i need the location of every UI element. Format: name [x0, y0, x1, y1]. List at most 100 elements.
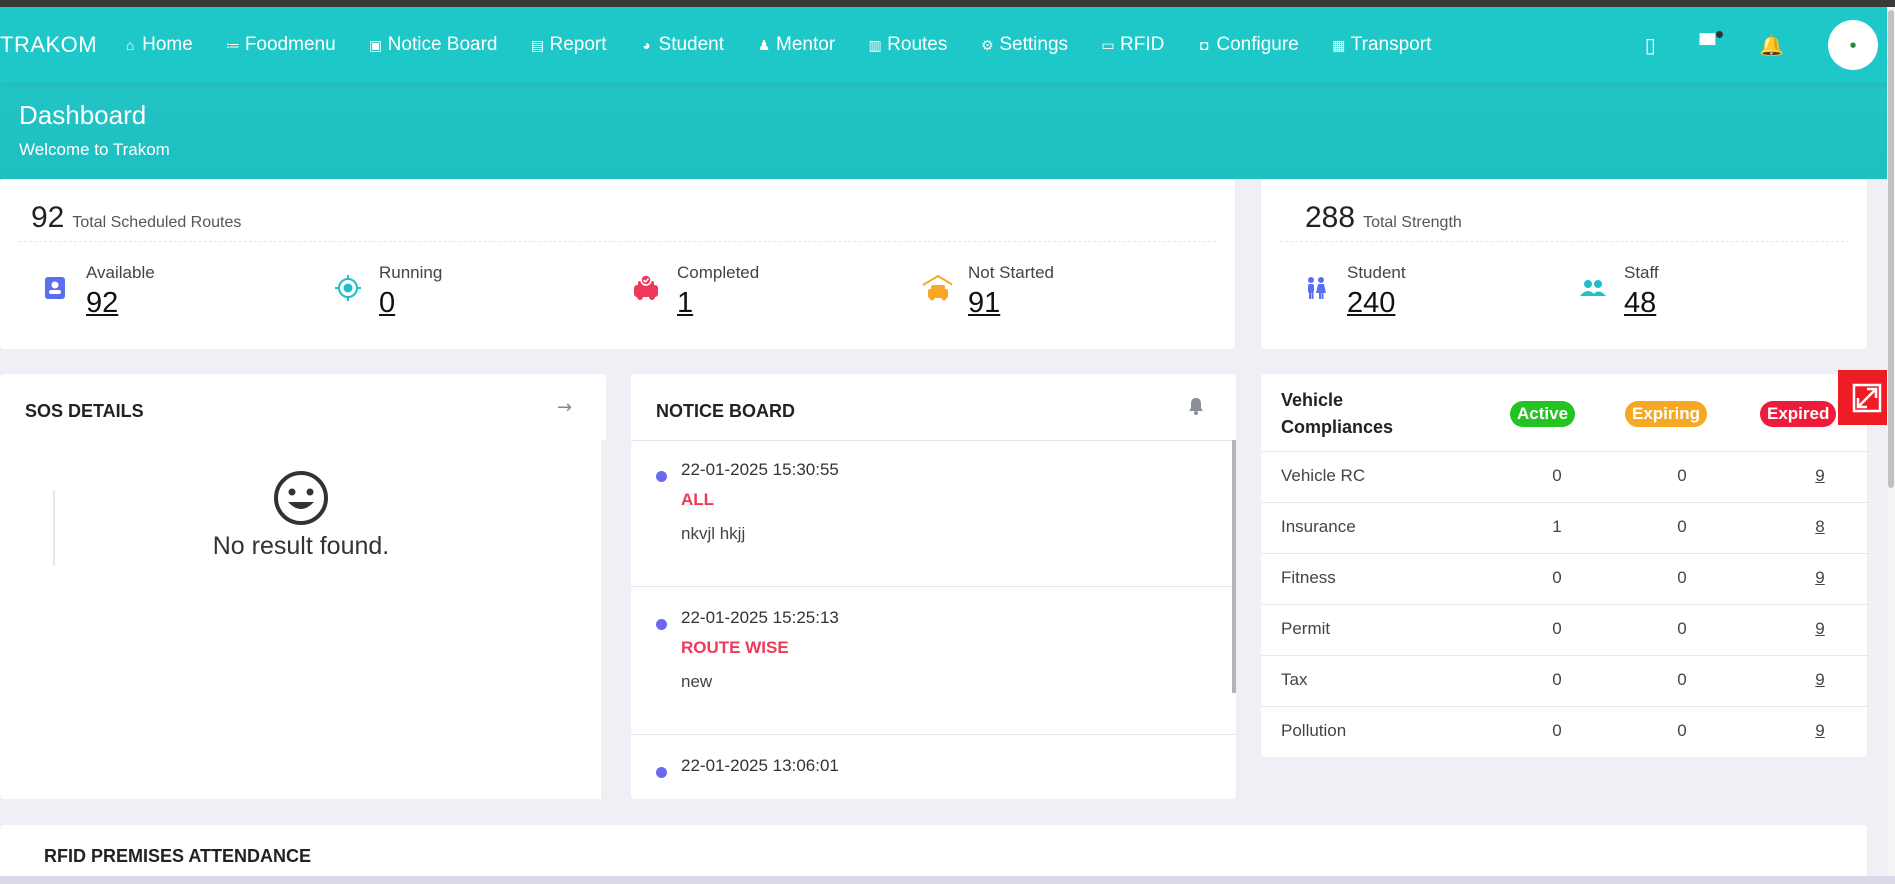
stat-available: Available 92: [40, 263, 155, 320]
stat-label: Student: [1347, 263, 1406, 282]
table-row: Permit 0 0 9: [1261, 604, 1868, 655]
row-active: 0: [1552, 721, 1562, 740]
target-icon: [333, 273, 363, 303]
home-icon: ⌂: [125, 37, 135, 53]
stat-value[interactable]: 91: [968, 287, 1054, 320]
bottom-bar: [0, 876, 1895, 884]
notice-item[interactable]: 22-01-2025 13:06:01: [631, 734, 1226, 799]
document-icon: ▤: [530, 36, 545, 53]
nav-item-foodmenu[interactable]: ≔ Foodmenu: [226, 34, 336, 56]
avatar[interactable]: ●: [1828, 20, 1878, 70]
table-row: Pollution 0 0 9: [1261, 706, 1868, 757]
notice-tag: ROUTE WISE: [681, 638, 789, 657]
routes-total: 92 Total Scheduled Routes: [31, 201, 241, 235]
bullet-dot: [656, 619, 667, 630]
nav-item-settings[interactable]: ⚙ Settings: [980, 34, 1068, 56]
nav-item-configure[interactable]: ◘ Configure: [1197, 34, 1299, 56]
notice-item[interactable]: 22-01-2025 15:25:13 ROUTE WISE new: [631, 586, 1226, 734]
top-navbar: TRAKOM ⌂ Home ≔ Foodmenu ▣ Notice Board ▤ Repor…: [0, 7, 1895, 83]
nav-item-student[interactable]: ◕ Student: [640, 34, 725, 56]
stat-label: Not Started: [968, 263, 1054, 282]
mobile-icon[interactable]: ▯: [1645, 33, 1656, 57]
user-icon: ♟: [757, 36, 771, 53]
notice-text: new: [681, 672, 713, 691]
staff-icon: [1578, 273, 1608, 303]
nav-item-label: Foodmenu: [244, 34, 336, 55]
bullet-dot: [656, 767, 667, 778]
notice-title: NOTICE BOARD: [656, 401, 795, 421]
scrollbar[interactable]: [1232, 440, 1236, 693]
nav-item-label: Transport: [1350, 34, 1432, 55]
nav-item-label: Mentor: [776, 34, 836, 55]
row-expired-link[interactable]: 9: [1810, 619, 1830, 639]
car-check-icon: [631, 273, 661, 303]
expand-icon: [1852, 383, 1881, 412]
configure-icon: ◘: [1200, 37, 1209, 53]
row-expired-link[interactable]: 8: [1810, 517, 1830, 537]
row-expiring: 0: [1677, 721, 1687, 740]
notification-dot: [1716, 31, 1724, 38]
strength-total-value: 288: [1305, 201, 1356, 234]
stat-staff: Staff 48: [1578, 263, 1659, 320]
row-name: Pollution: [1281, 721, 1347, 740]
page-scrollbar-thumb[interactable]: [1888, 10, 1894, 488]
stat-value[interactable]: 92: [86, 287, 155, 320]
notice-text: nkvjl hkjj: [681, 524, 746, 543]
stat-value[interactable]: 1: [677, 287, 759, 320]
nav-item-rfid[interactable]: ▭ RFID: [1101, 34, 1164, 56]
row-expired-link[interactable]: 9: [1810, 670, 1830, 690]
nav-item-mentor[interactable]: ♟ Mentor: [757, 34, 835, 56]
strength-total: 288 Total Strength: [1305, 201, 1462, 235]
nav-item-home[interactable]: ⌂ Home: [123, 34, 193, 56]
id-badge-icon: ▣: [369, 36, 383, 53]
gear-icon: ⚙: [981, 36, 994, 53]
notice-item[interactable]: 22-01-2025 15:30:55 ALL nkvjl hkjj: [631, 440, 1226, 586]
compliance-title: Vehicle Compliances: [1281, 387, 1393, 441]
divider: [1280, 241, 1849, 242]
compliance-title-line2: Compliances: [1281, 417, 1394, 437]
stat-label: Staff: [1624, 263, 1659, 282]
stat-value[interactable]: 48: [1624, 287, 1659, 320]
nav-item-label: Student: [658, 34, 725, 55]
nav-item-report[interactable]: ▤ Report: [531, 34, 607, 56]
brand-logo[interactable]: TRAKOM: [0, 32, 97, 58]
row-expired-link[interactable]: 9: [1810, 466, 1830, 486]
stat-value[interactable]: 0: [379, 287, 442, 320]
row-expired-link[interactable]: 9: [1810, 568, 1830, 588]
nav-item-label: Settings: [999, 34, 1069, 55]
table-row: Tax 0 0 9: [1261, 655, 1868, 706]
window-top-strip: [0, 0, 1895, 7]
nav-item-routes[interactable]: ▥ Routes: [868, 34, 948, 56]
row-active: 0: [1552, 619, 1562, 638]
strength-summary-card: 288 Total Strength Student 240 Staff 48: [1261, 179, 1867, 349]
bell-icon[interactable]: [1188, 397, 1204, 419]
stat-label: Running: [379, 263, 443, 282]
map-icon: ▥: [868, 36, 882, 53]
row-expiring: 0: [1677, 619, 1687, 638]
row-expiring: 0: [1677, 466, 1687, 485]
nav-item-label: Routes: [887, 34, 948, 55]
expiring-badge: Expiring: [1625, 401, 1708, 427]
row-active: 1: [1552, 517, 1562, 536]
student-icon: ◕: [642, 37, 651, 53]
nav-item-label: Configure: [1216, 34, 1299, 55]
card-icon: ▭: [1101, 36, 1115, 53]
students-icon: [1301, 273, 1331, 303]
row-expired-link[interactable]: 9: [1810, 721, 1830, 741]
stat-label: Available: [86, 263, 155, 282]
routes-total-value: 92: [31, 201, 65, 234]
nav-item-label: RFID: [1120, 34, 1165, 55]
vehicle-icon[interactable]: ▀: [1700, 31, 1724, 57]
bell-icon[interactable]: 🔔: [1759, 33, 1784, 57]
bus-icon: ▦: [1332, 36, 1346, 53]
nav-item-transport[interactable]: ▦ Transport: [1332, 34, 1432, 56]
page-subtitle: Welcome to Trakom: [19, 140, 170, 159]
nav-item-notice-board[interactable]: ▣ Notice Board: [369, 34, 497, 56]
table-row: Fitness 0 0 9: [1261, 553, 1868, 604]
scrollbar[interactable]: [601, 440, 606, 799]
row-active: 0: [1552, 466, 1562, 485]
arrow-right-icon[interactable]: →: [557, 397, 572, 418]
routes-summary-card: 92 Total Scheduled Routes Available 92 Ru…: [0, 179, 1235, 349]
stat-value[interactable]: 240: [1347, 287, 1406, 320]
empty-message: No result found.: [212, 532, 390, 560]
